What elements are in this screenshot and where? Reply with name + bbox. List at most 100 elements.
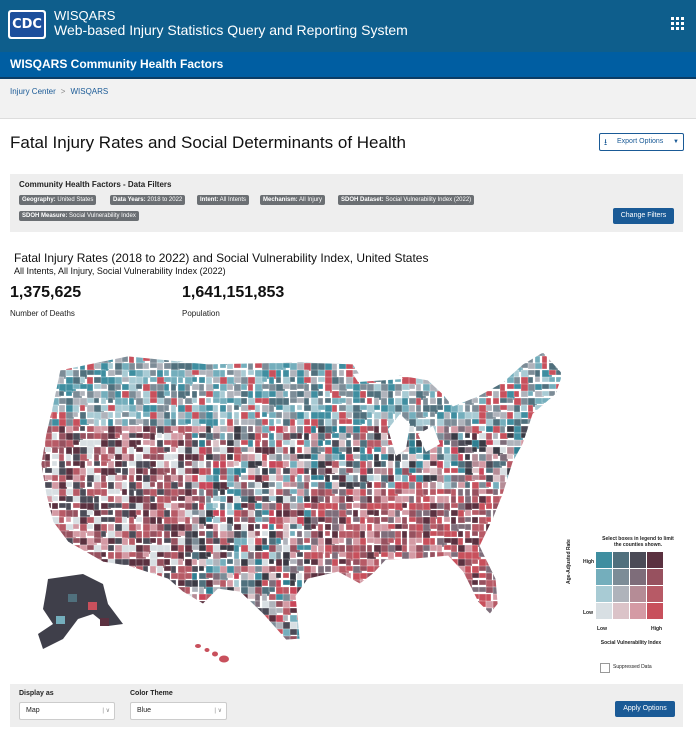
county-shape[interactable] bbox=[289, 349, 299, 359]
county-shape[interactable] bbox=[527, 537, 536, 548]
county-shape[interactable] bbox=[541, 439, 553, 449]
county-shape[interactable] bbox=[142, 418, 150, 427]
county-shape[interactable] bbox=[65, 474, 74, 481]
county-shape[interactable] bbox=[352, 621, 364, 629]
county-shape[interactable] bbox=[366, 481, 373, 489]
county-shape[interactable] bbox=[548, 418, 555, 428]
county-shape[interactable] bbox=[514, 643, 520, 648]
county-shape[interactable] bbox=[513, 502, 524, 509]
county-shape[interactable] bbox=[184, 432, 193, 441]
county-shape[interactable] bbox=[499, 495, 508, 505]
county-shape[interactable] bbox=[436, 614, 444, 621]
county-shape[interactable] bbox=[520, 558, 532, 566]
county-shape[interactable] bbox=[128, 551, 138, 558]
county-shape[interactable] bbox=[527, 439, 535, 446]
county-shape[interactable] bbox=[506, 586, 514, 597]
county-shape[interactable] bbox=[226, 579, 234, 588]
county-shape[interactable] bbox=[541, 586, 549, 596]
county-shape[interactable] bbox=[450, 614, 459, 622]
county-shape[interactable] bbox=[86, 635, 93, 642]
county-shape[interactable] bbox=[233, 432, 242, 441]
county-shape[interactable] bbox=[401, 481, 411, 491]
county-shape[interactable] bbox=[219, 614, 230, 622]
county-shape[interactable] bbox=[254, 488, 263, 496]
county-shape[interactable] bbox=[240, 593, 249, 603]
county-shape[interactable] bbox=[492, 349, 504, 358]
county-shape[interactable] bbox=[240, 467, 247, 474]
county-shape[interactable] bbox=[534, 551, 544, 558]
county-shape[interactable] bbox=[443, 600, 452, 607]
county-shape[interactable] bbox=[226, 369, 235, 376]
county-shape[interactable] bbox=[499, 509, 507, 516]
county-shape[interactable] bbox=[38, 397, 49, 404]
county-shape[interactable] bbox=[422, 488, 429, 496]
county-shape[interactable] bbox=[450, 502, 460, 509]
county-shape[interactable] bbox=[219, 383, 228, 392]
county-shape[interactable] bbox=[429, 467, 439, 476]
county-shape[interactable] bbox=[443, 572, 454, 580]
county-shape[interactable] bbox=[359, 621, 368, 632]
county-shape[interactable] bbox=[443, 551, 453, 560]
county-shape[interactable] bbox=[513, 411, 523, 421]
county-shape[interactable] bbox=[359, 411, 368, 421]
county-shape[interactable] bbox=[226, 439, 235, 447]
county-shape[interactable] bbox=[44, 439, 53, 449]
county-shape[interactable] bbox=[205, 635, 217, 642]
county-shape[interactable] bbox=[247, 614, 256, 622]
county-shape[interactable] bbox=[338, 376, 345, 386]
county-shape[interactable] bbox=[513, 509, 522, 516]
county-shape[interactable] bbox=[282, 621, 292, 630]
county-shape[interactable] bbox=[534, 474, 544, 483]
county-shape[interactable] bbox=[79, 558, 89, 565]
county-shape[interactable] bbox=[268, 523, 275, 531]
county-shape[interactable] bbox=[254, 439, 261, 448]
color-theme-select[interactable]: Blue | ∨ bbox=[130, 702, 227, 720]
county-shape[interactable] bbox=[128, 593, 136, 603]
county-shape[interactable] bbox=[471, 432, 478, 442]
county-shape[interactable] bbox=[352, 614, 359, 625]
county-shape[interactable] bbox=[387, 502, 396, 510]
county-shape[interactable] bbox=[387, 516, 395, 524]
county-shape[interactable] bbox=[107, 481, 115, 491]
county-shape[interactable] bbox=[142, 432, 152, 440]
county-shape[interactable] bbox=[93, 621, 101, 632]
county-shape[interactable] bbox=[268, 390, 277, 398]
county-shape[interactable] bbox=[135, 481, 143, 490]
county-shape[interactable] bbox=[520, 544, 527, 554]
county-shape[interactable] bbox=[464, 628, 471, 636]
county-shape[interactable] bbox=[79, 390, 86, 397]
county-shape[interactable] bbox=[310, 572, 319, 581]
county-shape[interactable] bbox=[303, 593, 314, 602]
county-shape[interactable] bbox=[198, 565, 205, 572]
county-shape[interactable] bbox=[541, 537, 551, 547]
county-shape[interactable] bbox=[198, 607, 209, 618]
county-shape[interactable] bbox=[317, 432, 326, 442]
county-shape[interactable] bbox=[114, 488, 121, 495]
county-shape[interactable] bbox=[380, 495, 389, 504]
county-shape[interactable] bbox=[220, 643, 227, 650]
county-shape[interactable] bbox=[387, 474, 395, 483]
county-shape[interactable] bbox=[44, 565, 51, 575]
county-shape[interactable] bbox=[485, 600, 495, 609]
county-shape[interactable] bbox=[38, 621, 46, 631]
county-shape[interactable] bbox=[233, 614, 241, 623]
county-shape[interactable] bbox=[296, 397, 306, 404]
county-shape[interactable] bbox=[240, 349, 251, 356]
county-shape[interactable] bbox=[380, 383, 390, 393]
county-shape[interactable] bbox=[541, 411, 548, 418]
county-shape[interactable] bbox=[506, 530, 516, 540]
county-shape[interactable] bbox=[240, 488, 249, 498]
county-shape[interactable] bbox=[44, 453, 51, 462]
county-shape[interactable] bbox=[58, 537, 67, 544]
county-shape[interactable] bbox=[121, 509, 131, 519]
county-shape[interactable] bbox=[282, 516, 292, 524]
county-shape[interactable] bbox=[310, 635, 321, 642]
county-shape[interactable] bbox=[506, 516, 518, 525]
county-shape[interactable] bbox=[555, 404, 566, 415]
county-shape[interactable] bbox=[254, 362, 264, 369]
county-shape[interactable] bbox=[324, 432, 332, 440]
county-shape[interactable] bbox=[219, 488, 226, 496]
county-shape[interactable] bbox=[436, 621, 447, 628]
county-shape[interactable] bbox=[444, 643, 454, 648]
county-shape[interactable] bbox=[394, 530, 402, 539]
